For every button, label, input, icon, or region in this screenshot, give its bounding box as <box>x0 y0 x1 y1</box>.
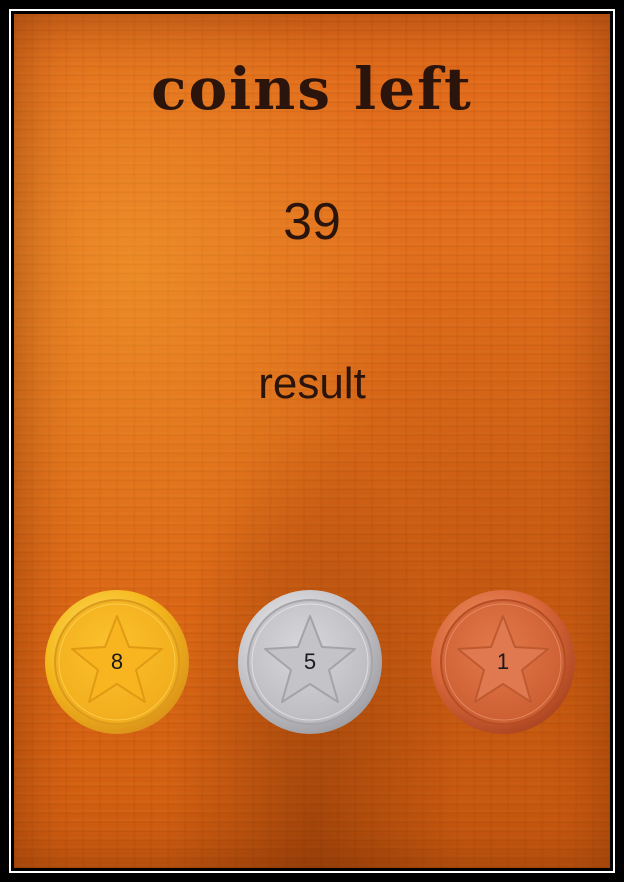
gold-coin-button[interactable]: 8 <box>44 589 190 735</box>
gold-coin-value: 8 <box>110 649 124 674</box>
bronze-coin-value: 1 <box>496 649 510 674</box>
silver-coin-button[interactable]: 5 <box>237 589 383 735</box>
silver-coin-value: 5 <box>303 649 317 674</box>
coins-left-count: 39 <box>283 193 341 251</box>
result-label: result <box>258 359 366 408</box>
page-title: coins left <box>151 55 473 123</box>
app-frame: coins left 39 result 8 5 1 <box>0 0 624 882</box>
background-vignette <box>14 14 610 868</box>
game-screen: coins left 39 result 8 5 1 <box>14 14 610 868</box>
bronze-coin-button[interactable]: 1 <box>430 589 576 735</box>
